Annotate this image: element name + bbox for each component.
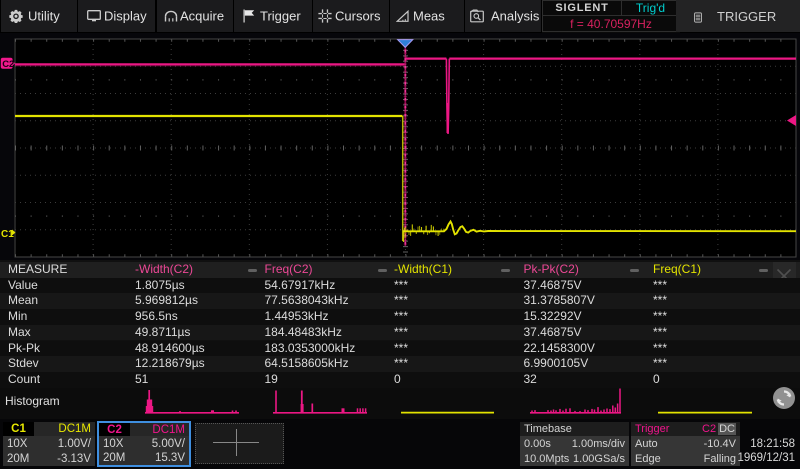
svg-text:C2: C2 xyxy=(2,59,14,70)
